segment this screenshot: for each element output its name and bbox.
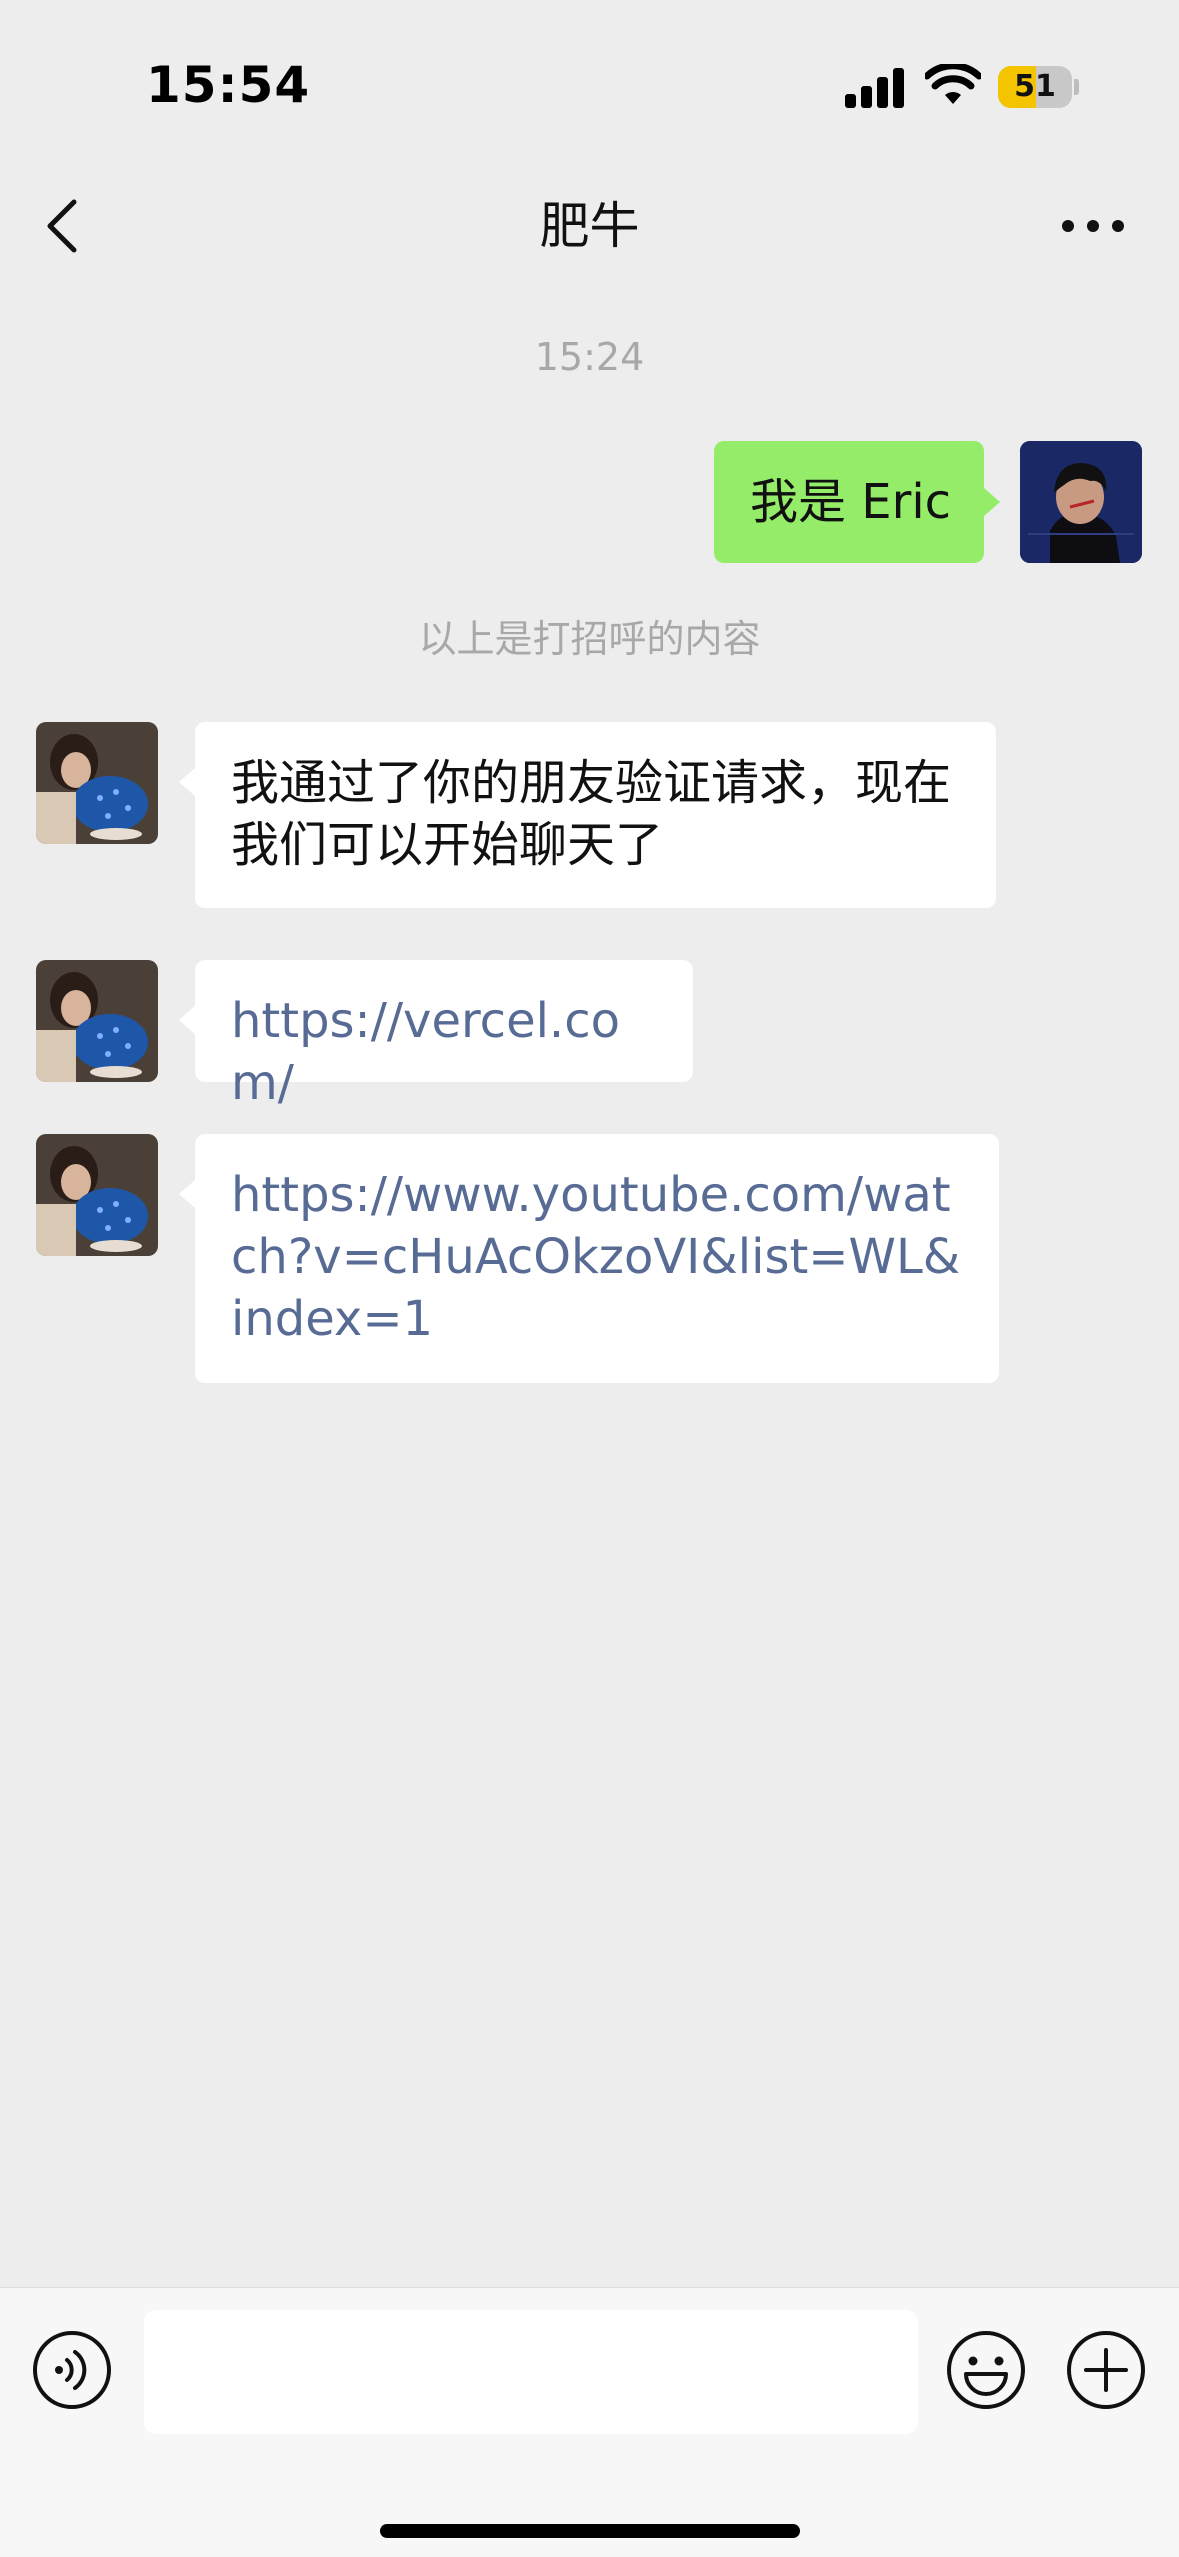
status-time: 15:54 (146, 56, 311, 114)
message-input[interactable] (144, 2310, 918, 2434)
sent-message-text: 我是 Eric (750, 474, 952, 530)
received-link-bubble[interactable]: https://vercel.com/ (195, 960, 693, 1111)
more-dots-icon[interactable] (1058, 194, 1128, 258)
chat-title: 肥牛 (539, 197, 640, 255)
plus-icon[interactable] (1066, 2330, 1146, 2410)
contact-avatar-image (36, 960, 158, 1082)
contact-avatar[interactable] (36, 960, 158, 1082)
my-avatar-image (1020, 441, 1142, 563)
battery-icon: 51 (998, 66, 1079, 108)
home-indicator[interactable] (380, 2524, 800, 2538)
received-message-bubble[interactable]: 我通过了你的朋友验证请求，现在我们可以开始聊天了 (195, 722, 996, 908)
voice-icon[interactable] (32, 2330, 112, 2410)
my-avatar[interactable] (1020, 441, 1142, 563)
link-text[interactable]: https://www.youtube.com/watch?v=cHuAcOkz… (231, 1167, 960, 1347)
signal-icon (845, 68, 904, 108)
sent-message-bubble[interactable]: 我是 Eric (714, 441, 984, 563)
message-timestamp: 15:24 (534, 335, 645, 379)
contact-avatar-image (36, 1134, 158, 1256)
battery-level: 51 (1014, 69, 1056, 104)
contact-avatar-image (36, 722, 158, 844)
greeting-hint: 以上是打招呼的内容 (418, 617, 761, 661)
contact-avatar[interactable] (36, 722, 158, 844)
input-bar (0, 2287, 1179, 2557)
received-message-text: 我通过了你的朋友验证请求，现在我们可以开始聊天了 (231, 755, 952, 873)
emoji-icon[interactable] (946, 2330, 1026, 2410)
status-bar: 15:54 51 (0, 0, 1179, 140)
contact-avatar[interactable] (36, 1134, 158, 1256)
wifi-icon (925, 64, 981, 104)
nav-bar: 肥牛 (0, 150, 1179, 300)
received-link-bubble[interactable]: https://www.youtube.com/watch?v=cHuAcOkz… (195, 1134, 999, 1383)
link-text[interactable]: https://vercel.com/ (231, 993, 620, 1111)
